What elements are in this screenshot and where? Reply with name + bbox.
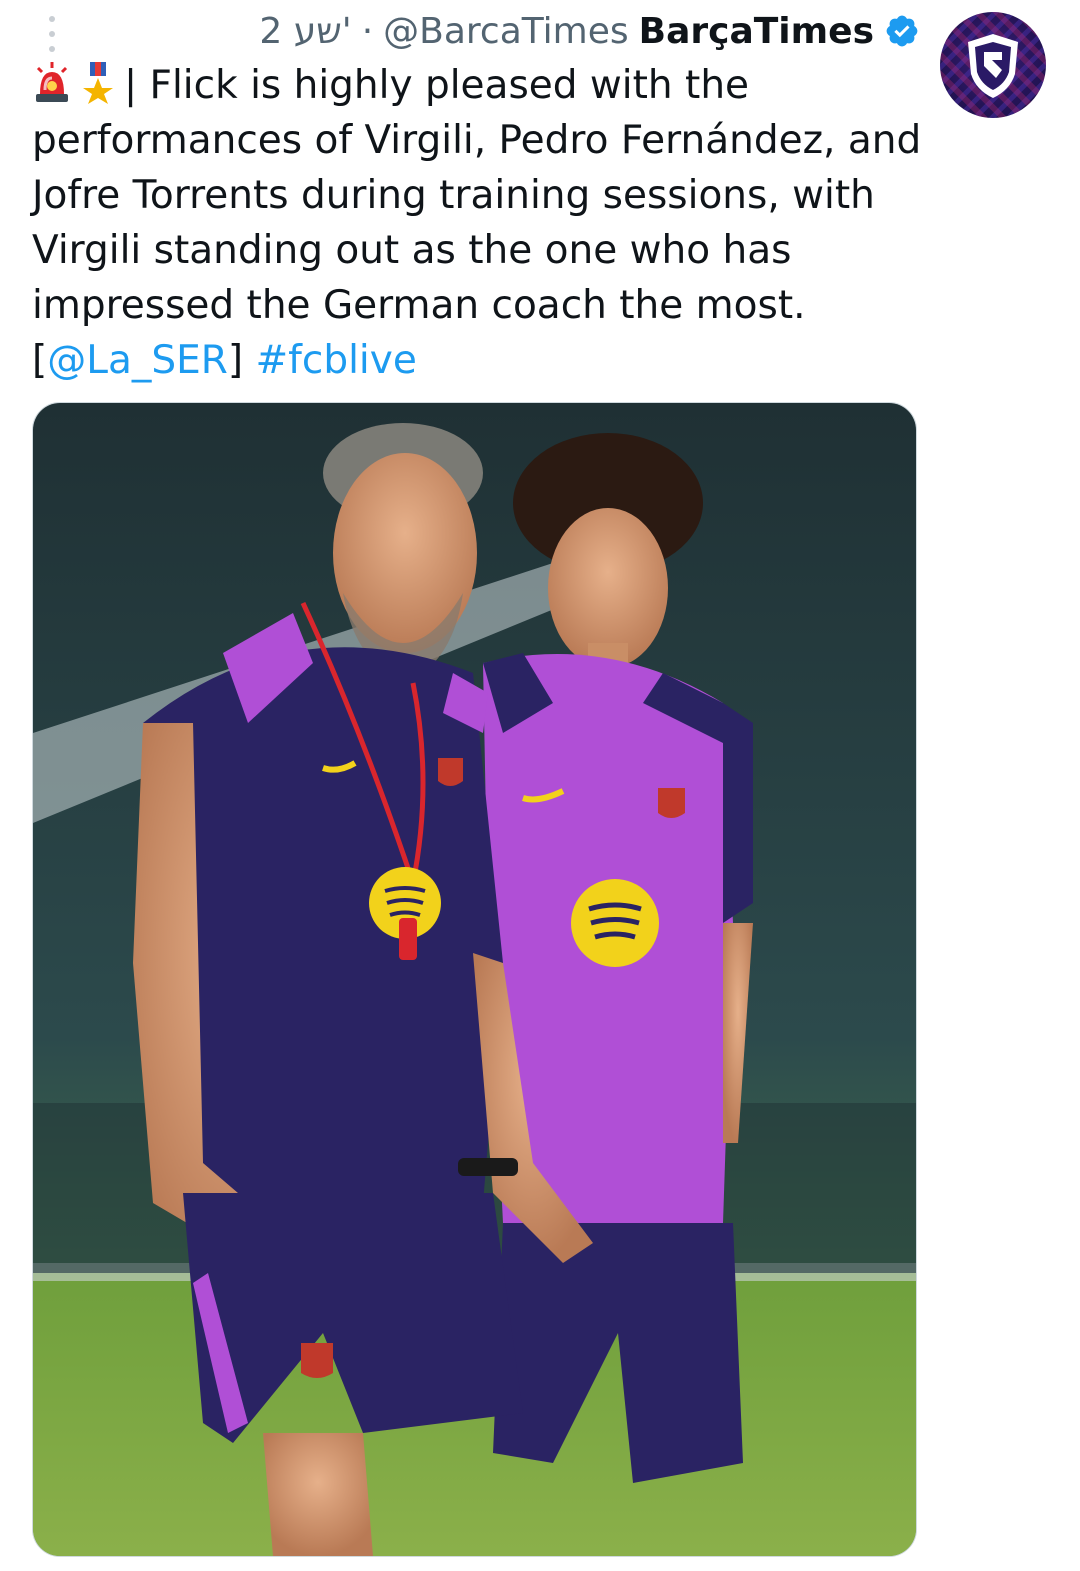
- more-options-icon[interactable]: [44, 16, 60, 52]
- tweet-text-line-6: [@La_SER] #fcblive: [32, 333, 922, 388]
- mention-la-ser[interactable]: @La_SER: [47, 338, 228, 383]
- source-bracket-close: ]: [227, 338, 244, 383]
- tweet-timestamp[interactable]: 2 שע': [259, 11, 351, 52]
- barca-times-logo: [968, 34, 1018, 98]
- tweet-text-line-4: Virgili standing out as the one who has: [32, 228, 792, 273]
- source-bracket-open: [: [32, 338, 48, 383]
- military-medal-emoji-icon: [83, 62, 113, 104]
- header-separator: ·: [361, 10, 374, 52]
- police-light-emoji-icon: [36, 62, 68, 102]
- tweet-body: | Flick is highly pleased with the perfo…: [32, 58, 922, 388]
- tweet-photo[interactable]: [32, 402, 917, 1557]
- training-photo-illustration: [33, 403, 916, 1556]
- tweet-text-line-1: | Flick is highly pleased with the: [32, 58, 922, 113]
- verified-badge-icon: [886, 15, 918, 47]
- tweet-header: 2 שע' · @BarcaTimes BarçaTimes: [259, 8, 920, 54]
- author-display-name[interactable]: BarçaTimes: [639, 11, 874, 52]
- tweet-text-line-3: Jofre Torrents during training sessions,…: [32, 173, 875, 218]
- tweet-text-line-2: performances of Virgili, Pedro Fernández…: [32, 118, 922, 163]
- author-avatar[interactable]: [940, 12, 1046, 118]
- author-handle[interactable]: @BarcaTimes: [383, 11, 628, 52]
- hashtag-fcblive[interactable]: #fcblive: [255, 338, 416, 383]
- tweet-text-line-5: impressed the German coach the most.: [32, 283, 806, 328]
